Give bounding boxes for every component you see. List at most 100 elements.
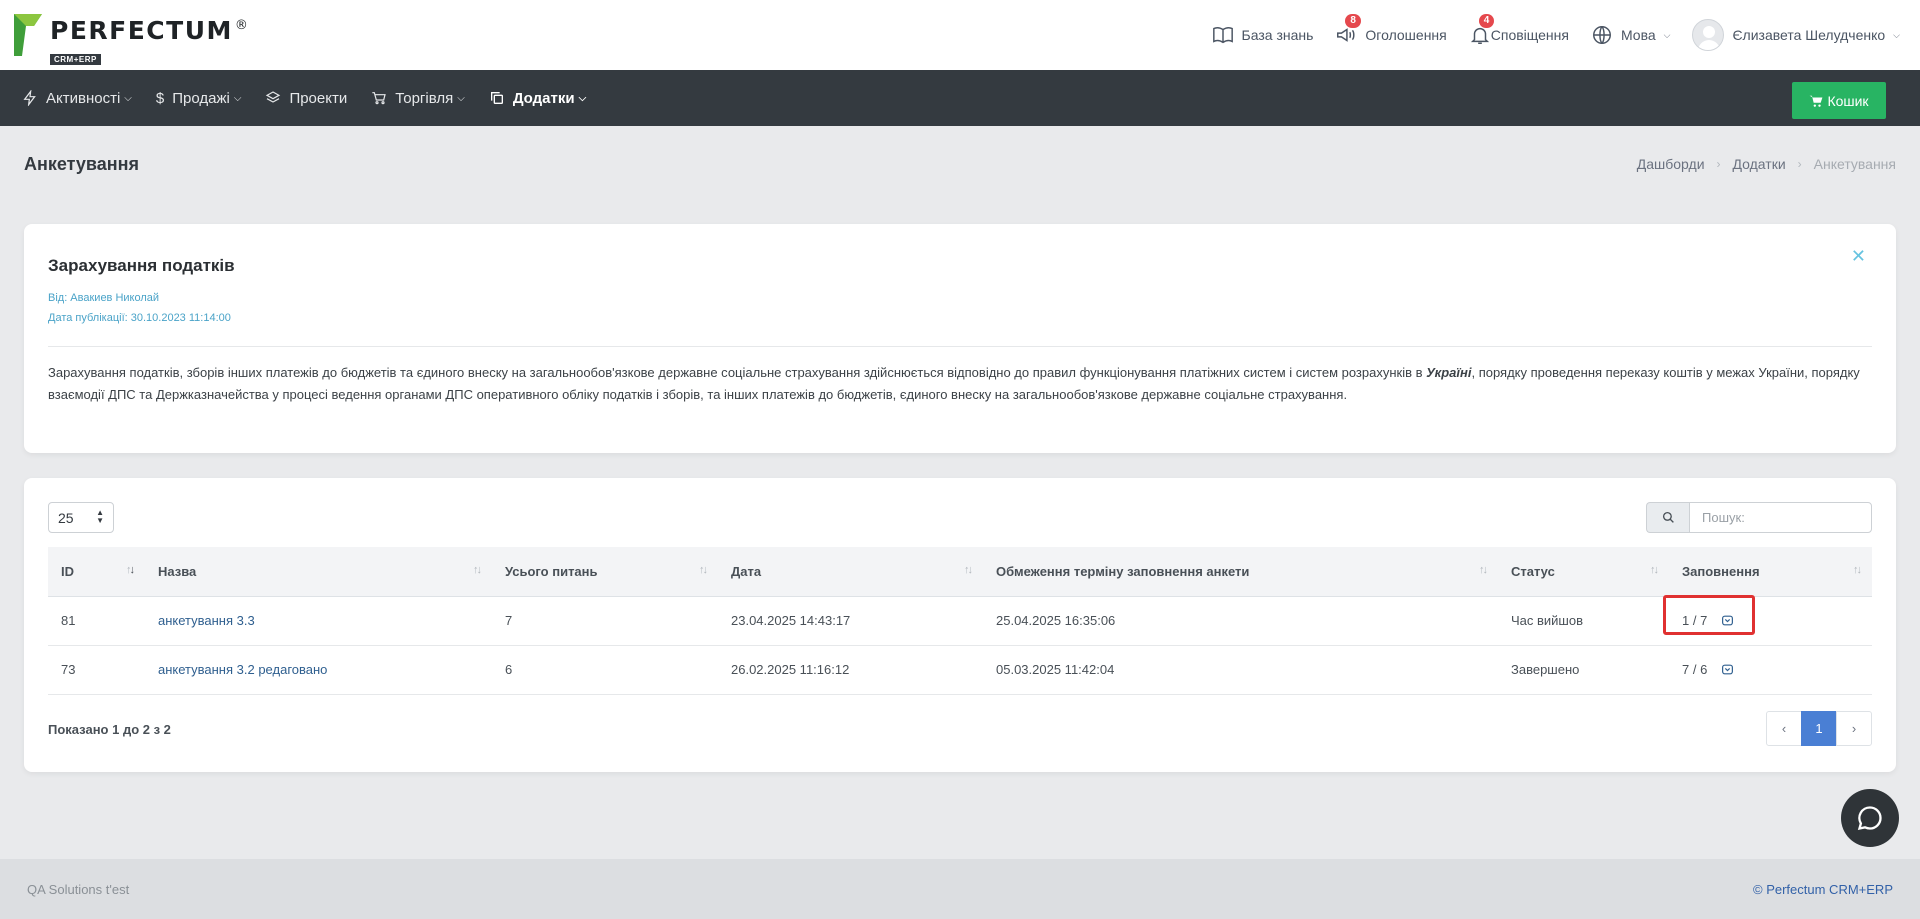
brand-name: PERFECTUM <box>50 16 233 45</box>
nav-item-projects[interactable]: Проекти <box>265 90 347 107</box>
sort-icon: ↑↓ <box>473 564 482 576</box>
fill-progress: 1 / 7 <box>1663 595 1755 635</box>
chevron-right-icon: › <box>1716 157 1721 171</box>
chevron-down-icon: ⌵ <box>1663 29 1671 40</box>
main-nav: Активності ⌵ $ Продажі ⌵ Проекти Торгівл… <box>0 70 1920 126</box>
cell-limit: 25.04.2025 16:35:06 <box>996 613 1116 628</box>
announcement-card: ✕ Зарахування податків Від: Авакиев Нико… <box>24 224 1896 453</box>
chevron-left-icon: ‹ <box>1781 721 1787 736</box>
announcement-date: Дата публікації: 30.10.2023 11:14:00 <box>48 312 231 324</box>
nav-label-activities: Активності <box>46 89 121 107</box>
page-length-value: 25 <box>58 509 74 526</box>
chevron-right-icon: › <box>1797 157 1802 171</box>
cart-label: Кошик <box>1827 92 1869 109</box>
column-header-limit[interactable]: Обмеження терміну заповнення анкети ↑↓ <box>983 547 1498 597</box>
nav-label-addons: Додатки <box>512 89 575 107</box>
nav-label-projects: Проекти <box>289 89 348 107</box>
cell-name: анкетування 3.3 <box>145 596 492 645</box>
breadcrumb-dashboards[interactable]: Дашборди <box>1637 156 1705 172</box>
nav-item-activities[interactable]: Активності ⌵ <box>22 90 132 107</box>
column-header-total[interactable]: Усього питань ↑↓ <box>492 547 718 597</box>
column-header-id[interactable]: ID ↑↓ <box>48 547 145 597</box>
knowledge-base-label: База знань <box>1241 27 1314 43</box>
book-icon <box>1212 26 1233 44</box>
footer-copyright-link[interactable]: © Perfectum CRM+ERP <box>1753 882 1893 897</box>
nav-label-trade: Торгівля <box>395 89 454 107</box>
divider <box>48 346 1872 347</box>
pagination: ‹ 1 › <box>1766 711 1872 746</box>
footer: QA Solutions t'est © Perfectum CRM+ERP <box>0 859 1920 919</box>
table-row: 73 анкетування 3.2 редаговано 6 26.02.20… <box>48 645 1872 694</box>
table-info: Показано 1 до 2 з 2 <box>48 722 171 737</box>
breadcrumb-addons[interactable]: Додатки <box>1733 156 1786 172</box>
announcement-title: Зарахування податків <box>48 256 235 275</box>
survey-link[interactable]: анкетування 3.2 редаговано <box>158 662 327 677</box>
survey-table: ID ↑↓ Назва ↑↓ Усього питань ↑↓ Дата ↑↓ Обме… <box>48 547 1872 695</box>
cart-button[interactable]: Кошик <box>1792 82 1886 119</box>
survey-link[interactable]: анкетування 3.3 <box>158 613 255 628</box>
bolt-icon <box>23 90 36 106</box>
user-name: Єлизавета Шелудченко <box>1732 27 1886 43</box>
column-header-date[interactable]: Дата ↑↓ <box>718 547 983 597</box>
cell-name: анкетування 3.2 редаговано <box>145 645 492 694</box>
column-label: ID <box>61 563 74 579</box>
page-title: Анкетування <box>24 154 140 174</box>
cell-fill: 7 / 6 <box>1669 645 1872 694</box>
cart-icon <box>372 92 387 105</box>
language-selector[interactable]: Мова ⌵ <box>1591 24 1671 46</box>
fill-progress: 7 / 6 <box>1682 662 1734 677</box>
table-header-row: ID ↑↓ Назва ↑↓ Усього питань ↑↓ Дата ↑↓ Обме… <box>48 547 1872 597</box>
copy-icon <box>490 92 503 104</box>
announcements-label: Оголошення <box>1365 27 1447 43</box>
cell-date: 23.04.2025 14:43:17 <box>731 613 851 628</box>
nav-label-sales: Продажі <box>172 89 230 107</box>
avatar <box>1692 19 1725 51</box>
cell-status: Час вийшов <box>1511 613 1584 628</box>
column-label: Дата <box>731 563 762 579</box>
brand-logo[interactable]: PERFECTUM ® CRM+ERP <box>12 12 250 65</box>
page-length-select[interactable]: 25 ▲ ▼ <box>48 502 114 533</box>
cart-icon <box>1810 95 1823 107</box>
close-icon[interactable]: ✕ <box>1851 246 1866 267</box>
top-header: PERFECTUM ® CRM+ERP База знань 8 Оголошен… <box>0 0 1920 70</box>
breadcrumb-current: Анкетування <box>1813 156 1896 172</box>
column-label: Статус <box>1511 563 1555 579</box>
search-input[interactable]: Пошук: <box>1689 502 1872 533</box>
cell-id: 81 <box>61 613 76 628</box>
announcement-body: Зарахування податків, зборів інших плате… <box>48 362 1872 406</box>
cell-id: 73 <box>61 662 76 677</box>
chevron-down-icon: ⌵ <box>1893 29 1900 40</box>
search-box: Пошук: <box>1646 502 1872 533</box>
announcement-body-part1: Зарахування податків, зборів інших плате… <box>48 365 1427 380</box>
nav-item-sales[interactable]: $ Продажі ⌵ <box>156 90 242 107</box>
column-header-name[interactable]: Назва ↑↓ <box>145 547 492 597</box>
knowledge-base-link[interactable]: База знань <box>1212 24 1314 46</box>
sort-icon: ↑↓ <box>126 564 135 576</box>
sort-icon: ↑↓ <box>1853 564 1862 576</box>
announcement-body-emphasis: Україні <box>1426 365 1472 380</box>
column-label: Заповнення <box>1682 563 1760 579</box>
nav-item-addons[interactable]: Додатки ⌵ <box>489 90 586 107</box>
announcements-link[interactable]: 8 Оголошення <box>1335 14 1447 46</box>
nav-item-trade[interactable]: Торгівля ⌵ <box>371 90 465 107</box>
notifications-link[interactable]: 4 Сповіщення <box>1469 14 1569 46</box>
sort-icon: ↑↓ <box>699 564 708 576</box>
fill-value: 7 / 6 <box>1682 662 1708 677</box>
chat-button[interactable] <box>1841 789 1899 847</box>
column-label: Усього питань <box>505 563 598 579</box>
column-header-fill[interactable]: Заповнення ↑↓ <box>1669 547 1872 597</box>
user-menu[interactable]: Єлизавета Шелудченко ⌵ <box>1692 19 1900 51</box>
page-button[interactable]: 1 <box>1801 711 1837 746</box>
highlight-box <box>1663 595 1755 635</box>
cell-fill: 1 / 7 <box>1663 595 1872 645</box>
sort-arrows-icon: ▲ ▼ <box>96 508 104 525</box>
brand-reg-mark: ® <box>234 18 250 33</box>
prev-page-button[interactable]: ‹ <box>1766 711 1802 746</box>
search-icon[interactable] <box>1646 502 1689 533</box>
next-page-button[interactable]: › <box>1836 711 1872 746</box>
sort-icon: ↑↓ <box>1650 564 1659 576</box>
chevron-down-icon: ⌵ <box>578 92 587 104</box>
inbox-icon[interactable] <box>1721 663 1734 676</box>
logo-mark-icon <box>12 12 44 58</box>
column-header-status[interactable]: Статус ↑↓ <box>1498 547 1669 597</box>
